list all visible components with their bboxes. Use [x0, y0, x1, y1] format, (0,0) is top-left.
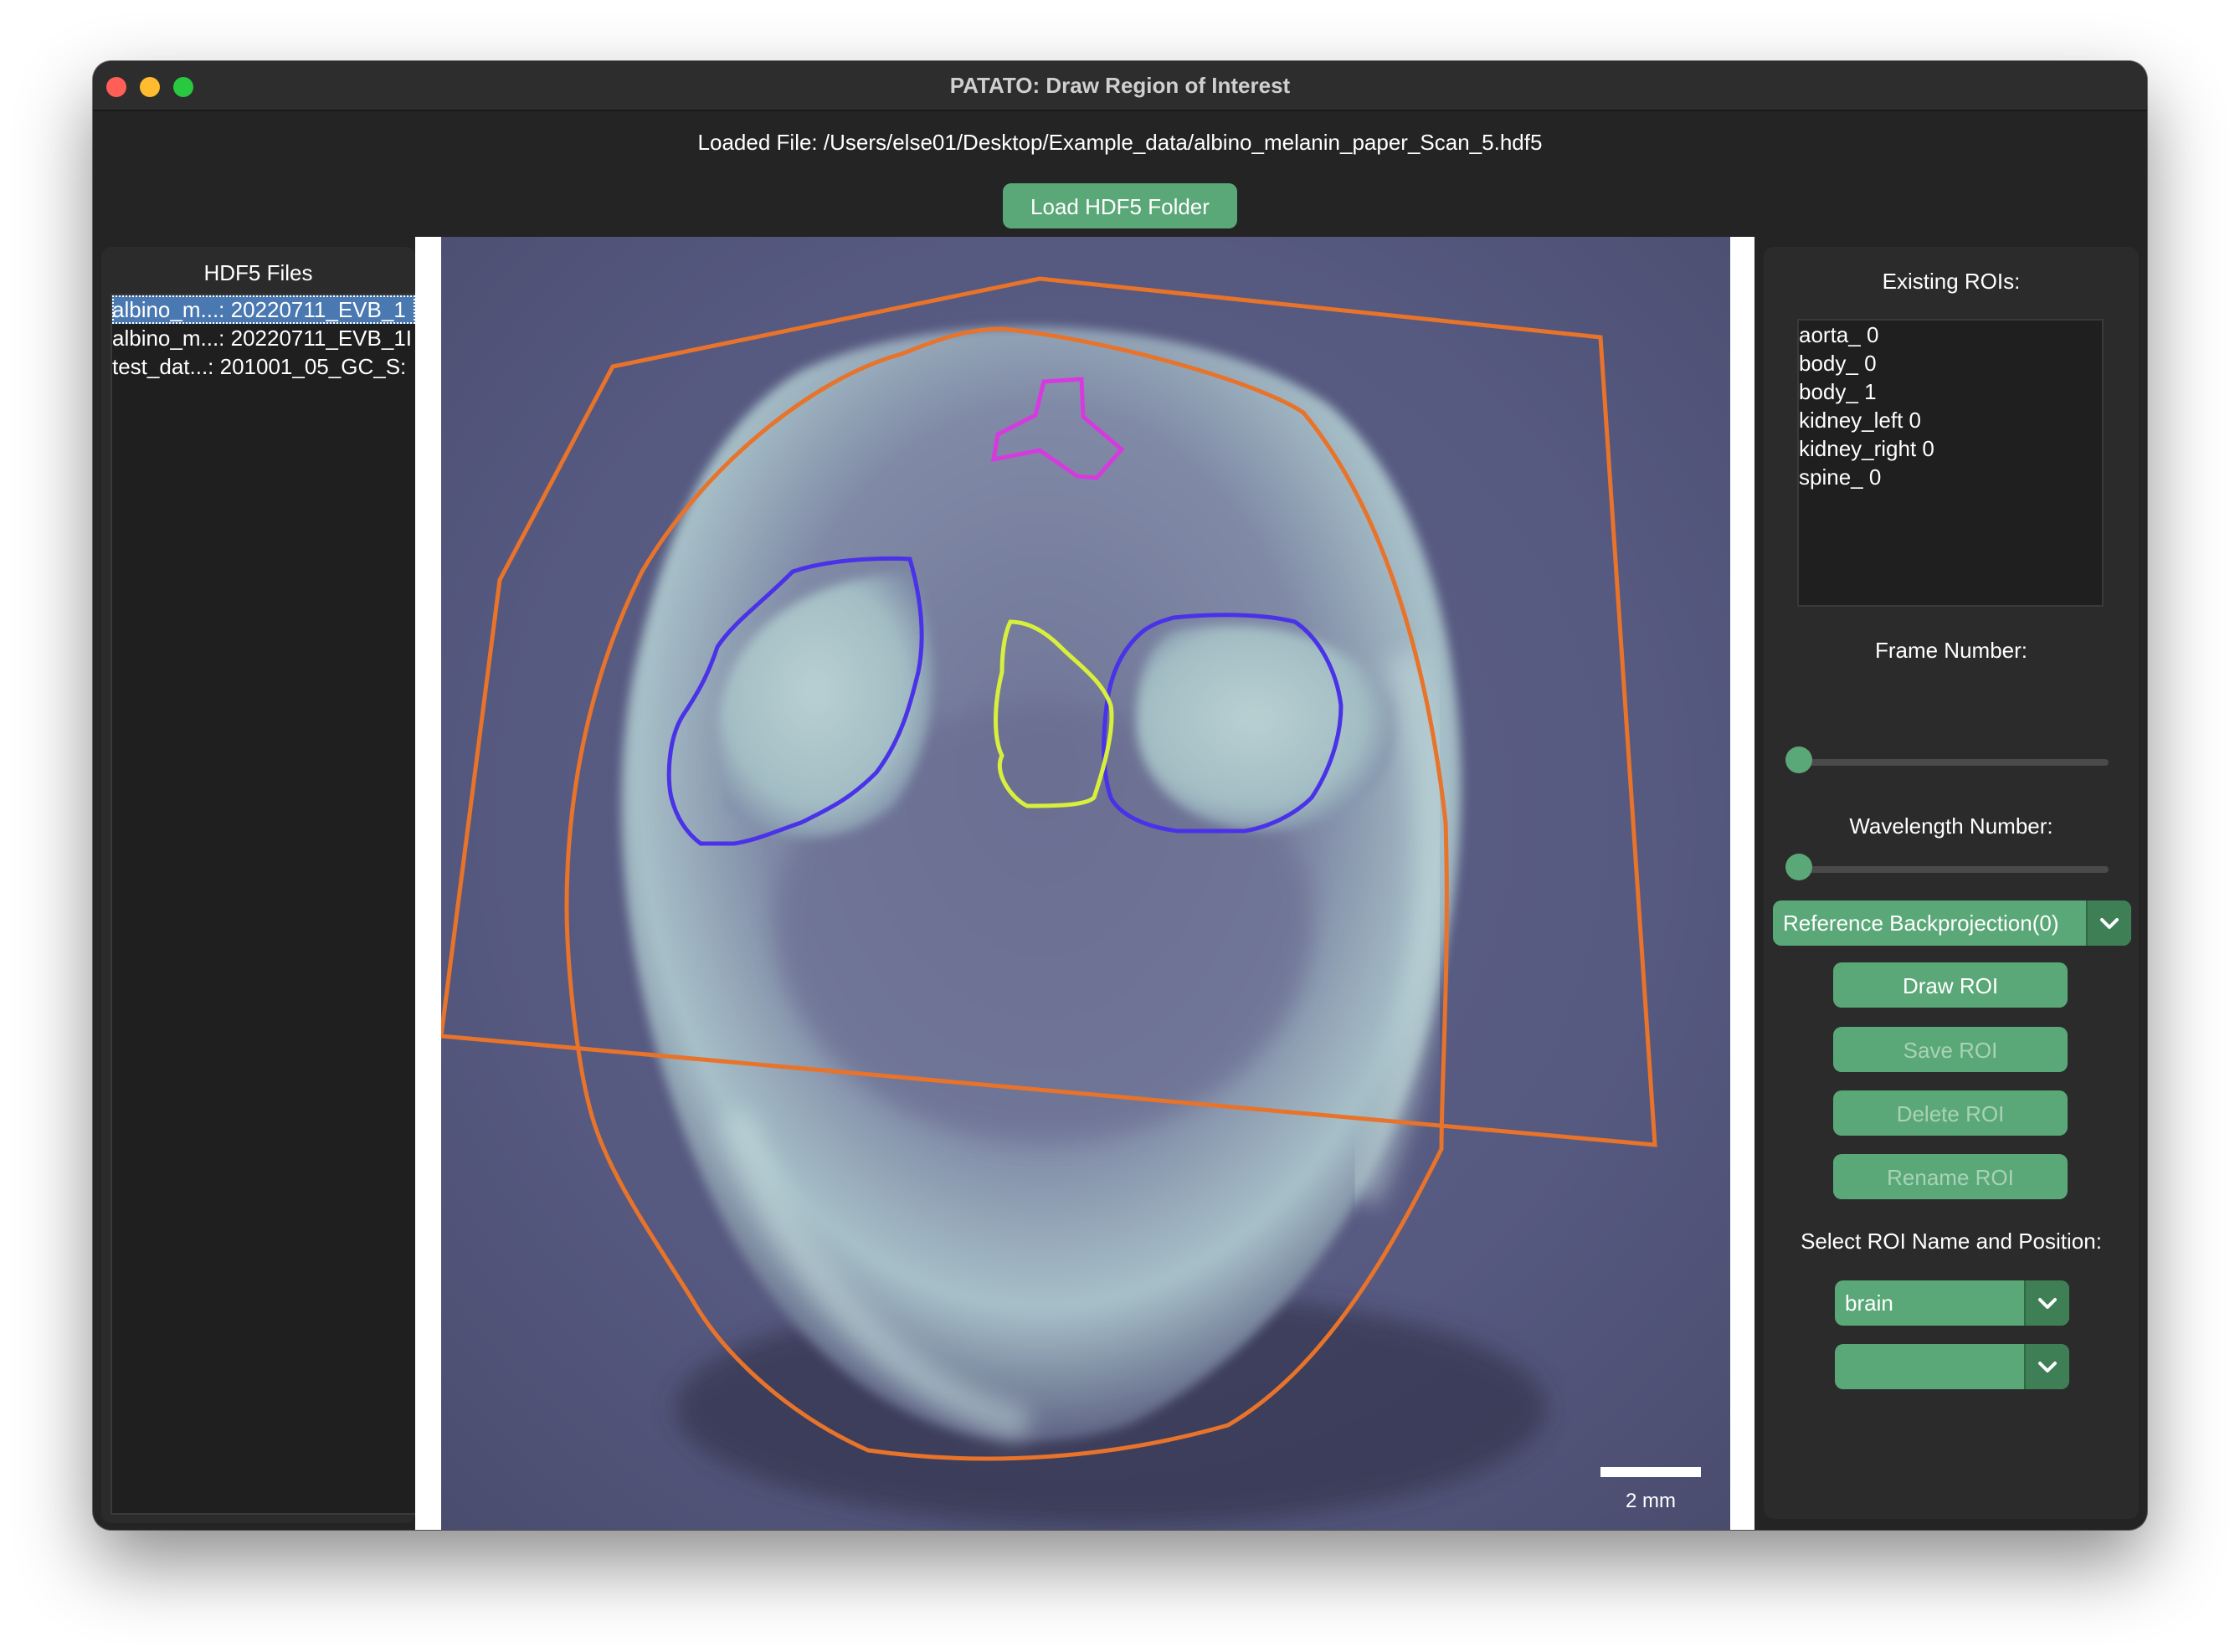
frame-slider-track[interactable]	[1797, 759, 2109, 766]
scale-bar	[1600, 1467, 1701, 1477]
roi-list-item[interactable]: spine_ 0	[1799, 463, 1881, 491]
rename-roi-button[interactable]: Rename ROI	[1833, 1154, 2068, 1199]
frame-slider-handle[interactable]	[1785, 746, 1812, 773]
file-list-item[interactable]: albino_m...: 20220711_EVB_1I	[112, 324, 415, 352]
roi-list-item[interactable]: body_ 0	[1799, 349, 1877, 377]
wavelength-slider-track[interactable]	[1797, 866, 2109, 873]
roi-list-item[interactable]: body_ 1	[1799, 377, 1877, 406]
existing-rois-list[interactable]: aorta_ 0 body_ 0 body_ 1 kidney_left 0 k…	[1797, 319, 2104, 607]
image-canvas[interactable]: 2 mm	[441, 237, 1730, 1530]
frame-number-label: Frame Number:	[1874, 638, 2028, 663]
roi-name-dropdown-value: brain	[1845, 1290, 1893, 1316]
roi-list-item[interactable]: aorta_ 0	[1799, 321, 1878, 349]
image-frame: 2 mm	[415, 237, 1754, 1530]
save-roi-button[interactable]: Save ROI	[1833, 1027, 2068, 1072]
wavelength-number-label: Wavelength Number:	[1849, 813, 2053, 839]
roi-list-item[interactable]: kidney_left 0	[1799, 406, 1921, 434]
load-hdf5-folder-button[interactable]: Load HDF5 Folder	[1003, 183, 1237, 228]
chevron-down-icon[interactable]	[2086, 900, 2131, 946]
reconstruction-dropdown-value: Reference Backprojection(0)	[1783, 911, 2059, 936]
roi-name-dropdown[interactable]: brain	[1835, 1280, 2069, 1326]
window-title: PATATO: Draw Region of Interest	[949, 73, 1291, 98]
wavelength-slider-handle[interactable]	[1785, 854, 1812, 880]
file-list-item[interactable]: test_dat...: 201001_05_GC_S:	[112, 352, 415, 381]
hdf5-file-list[interactable]: albino_m...: 20220711_EVB_1 albino_m...:…	[110, 294, 419, 1515]
hdf5-file-panel: HDF5 Files albino_m...: 20220711_EVB_1 a…	[101, 247, 419, 1523]
file-list-item[interactable]: albino_m...: 20220711_EVB_1	[112, 295, 415, 324]
roi-position-dropdown[interactable]	[1835, 1344, 2069, 1389]
app-window: PATATO: Draw Region of Interest Loaded F…	[93, 61, 2147, 1530]
draw-roi-button[interactable]: Draw ROI	[1833, 962, 2068, 1008]
delete-roi-button[interactable]: Delete ROI	[1833, 1090, 2068, 1136]
existing-rois-label: Existing ROIs:	[1882, 269, 2021, 294]
reconstruction-dropdown[interactable]: Reference Backprojection(0)	[1773, 900, 2131, 946]
chevron-down-icon[interactable]	[2024, 1280, 2069, 1326]
roi-control-panel: Existing ROIs: aorta_ 0 body_ 0 body_ 1 …	[1764, 247, 2139, 1519]
loaded-file-label: Loaded File: /Users/else01/Desktop/Examp…	[697, 130, 1543, 155]
select-roi-name-label: Select ROI Name and Position:	[1801, 1229, 2102, 1254]
roi-list-item[interactable]: kidney_right 0	[1799, 434, 1934, 463]
title-bar[interactable]: PATATO: Draw Region of Interest	[93, 61, 2147, 111]
scale-bar-label: 2 mm	[1626, 1490, 1676, 1512]
chevron-down-icon[interactable]	[2024, 1344, 2069, 1389]
hdf5-files-title: HDF5 Files	[203, 260, 313, 285]
